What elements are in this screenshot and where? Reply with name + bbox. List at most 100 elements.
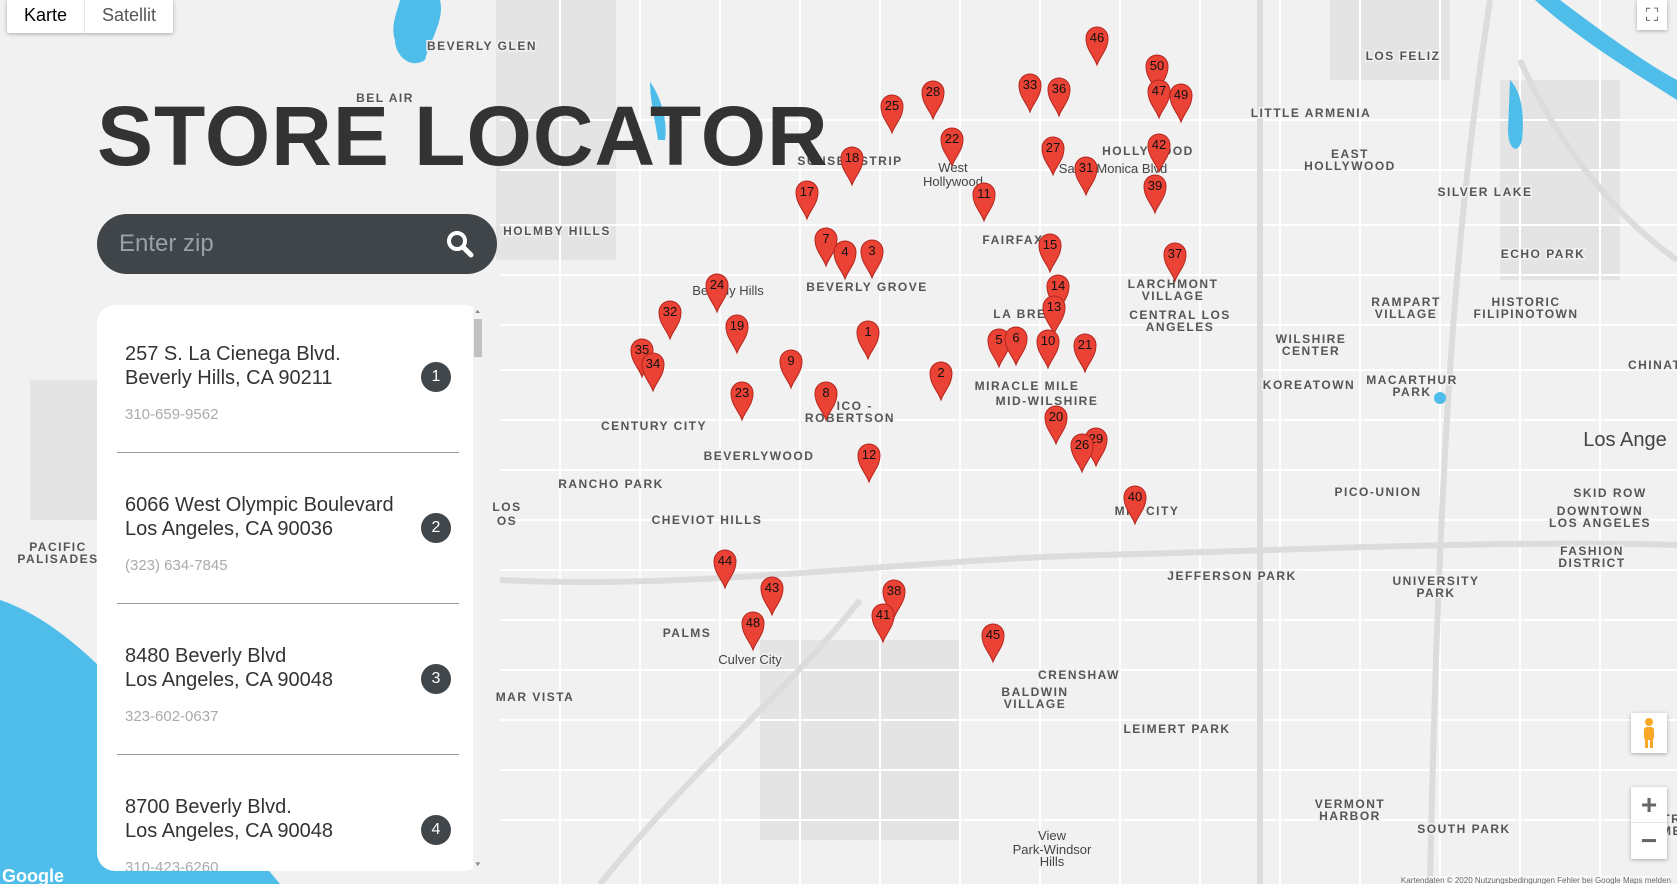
marker-number: 26: [1075, 437, 1089, 452]
store-item[interactable]: 8480 Beverly Blvd Los Angeles, CA 90048 …: [117, 604, 459, 755]
marker-number: 5: [995, 332, 1002, 347]
page-title: STORE LOCATOR: [97, 89, 829, 183]
map-place-label: DISTRICT: [1558, 556, 1625, 570]
store-city: Los Angeles, CA 90036: [125, 518, 333, 540]
store-city: Beverly Hills, CA 90211: [125, 367, 333, 389]
marker-number: 4: [841, 244, 848, 259]
marker-number: 33: [1023, 77, 1037, 92]
map-place-label: PICO-UNION: [1335, 485, 1422, 499]
store-item[interactable]: 8700 Beverly Blvd. Los Angeles, CA 90048…: [117, 755, 459, 871]
marker-number: 21: [1078, 337, 1092, 352]
map-place-label: LITTLE ARMENIA: [1251, 106, 1372, 120]
map-place-label: ECHO PARK: [1501, 247, 1586, 261]
store-phone[interactable]: 310-659-9562: [125, 406, 218, 423]
marker-number: 3: [868, 243, 875, 258]
map-place-label: HOLMBY HILLS: [503, 224, 611, 238]
marker-number: 6: [1012, 330, 1019, 345]
map-place-label: PARK: [1392, 385, 1431, 399]
marker-number: 50: [1150, 58, 1164, 73]
map-place-label: FILIPINOTOWN: [1473, 307, 1578, 321]
store-address: 6066 West Olympic Boulevard Los Angeles,…: [125, 493, 394, 541]
marker-number: 32: [663, 304, 677, 319]
marker-number: 14: [1051, 278, 1065, 293]
pegman-icon: [1644, 718, 1654, 748]
store-street: 8480 Beverly Blvd: [125, 645, 287, 667]
map-city-label: Los Ange: [1583, 429, 1666, 451]
zip-search-input[interactable]: [119, 230, 445, 258]
marker-number: 31: [1079, 160, 1093, 175]
marker-number: 28: [926, 84, 940, 99]
map-place-label: LOS FELIZ: [1366, 49, 1441, 63]
zoom-out-button[interactable]: −: [1631, 823, 1667, 859]
store-phone[interactable]: 323-602-0637: [125, 708, 218, 725]
store-item[interactable]: 6066 West Olympic Boulevard Los Angeles,…: [117, 453, 459, 604]
store-number-badge: 1: [421, 362, 451, 392]
marker-number: 9: [787, 353, 794, 368]
map-place-label: PARK: [1416, 586, 1455, 600]
marker-number: 38: [887, 583, 901, 598]
marker-number: 36: [1052, 81, 1066, 96]
store-phone[interactable]: 310-423-6260: [125, 859, 218, 871]
marker-number: 47: [1152, 83, 1166, 98]
map-place-label: SILVER LAKE: [1438, 185, 1533, 199]
marker-number: 48: [746, 615, 760, 630]
marker-number: 2: [937, 365, 944, 380]
marker-number: 34: [646, 356, 660, 371]
zoom-in-button[interactable]: +: [1631, 787, 1667, 823]
map-place-label: JEFFERSON PARK: [1167, 569, 1296, 583]
map-place-label: KOREATOWN: [1263, 378, 1355, 392]
marker-number: 46: [1090, 30, 1104, 45]
scroll-down-arrow-icon[interactable]: ▼: [473, 859, 483, 871]
map-place-label: VILLAGE: [1004, 697, 1067, 711]
marker-number: 7: [822, 231, 829, 246]
store-list[interactable]: 257 S. La Cienega Blvd. Beverly Hills, C…: [97, 305, 479, 871]
map-attribution[interactable]: Kartendaten © 2020 Nutzungsbedingungen F…: [1400, 876, 1671, 884]
map-place-label: LEIMERT PARK: [1123, 722, 1230, 736]
map-place-label: LOS: [492, 500, 521, 514]
marker-number: 42: [1152, 137, 1166, 152]
store-number-badge: 3: [421, 664, 451, 694]
marker-number: 25: [885, 98, 899, 113]
map-type-satellit-button[interactable]: Satellit: [85, 0, 173, 33]
marker-number: 15: [1043, 237, 1057, 252]
store-phone[interactable]: (323) 634-7845: [125, 557, 228, 574]
map-city-label: View: [1038, 828, 1067, 843]
marker-number: 13: [1047, 299, 1061, 314]
map-city-label: Hollywood: [923, 174, 983, 189]
store-number-badge: 4: [421, 815, 451, 845]
map-type-karte-button[interactable]: Karte: [7, 0, 86, 33]
marker-number: 37: [1168, 246, 1182, 261]
marker-number: 44: [718, 553, 732, 568]
map-place-label: PALMS: [663, 626, 712, 640]
marker-number: 12: [862, 447, 876, 462]
marker-number: 49: [1174, 87, 1188, 102]
store-item[interactable]: 257 S. La Cienega Blvd. Beverly Hills, C…: [117, 305, 459, 453]
marker-number: 23: [735, 385, 749, 400]
store-address: 8480 Beverly Blvd Los Angeles, CA 90048: [125, 644, 333, 692]
scroll-up-arrow-icon[interactable]: ▲: [473, 305, 483, 317]
map-place-label: VILLAGE: [1142, 289, 1205, 303]
marker-number: 43: [765, 580, 779, 595]
marker-number: 41: [876, 607, 890, 622]
marker-number: 11: [977, 186, 991, 201]
map-place-label: MID CITY: [1115, 504, 1180, 518]
store-list-scrollbar[interactable]: ▲ ▼: [473, 305, 483, 871]
marker-number: 45: [986, 627, 1000, 642]
store-street: 8700 Beverly Blvd.: [125, 796, 292, 818]
map-place-label: ANGELES: [1146, 320, 1215, 334]
map-place-label: CRENSHAW: [1038, 668, 1120, 682]
zoom-control: + −: [1631, 787, 1667, 859]
map-place-label: CENTER: [1282, 344, 1340, 358]
map-place-label: SOUTH PARK: [1417, 822, 1510, 836]
fullscreen-button[interactable]: ⛶: [1637, 0, 1667, 30]
marker-number: 24: [710, 277, 724, 292]
map-place-label: HARBOR: [1319, 809, 1381, 823]
scrollbar-thumb[interactable]: [474, 319, 482, 357]
marker-number: 8: [822, 385, 829, 400]
store-address: 8700 Beverly Blvd. Los Angeles, CA 90048: [125, 795, 333, 843]
fullscreen-icon: ⛶: [1645, 5, 1659, 25]
search-icon[interactable]: [445, 229, 475, 259]
marker-number: 1: [864, 324, 871, 339]
street-view-pegman-button[interactable]: [1631, 713, 1667, 753]
map-place-label: FAIRFAX: [982, 233, 1043, 247]
